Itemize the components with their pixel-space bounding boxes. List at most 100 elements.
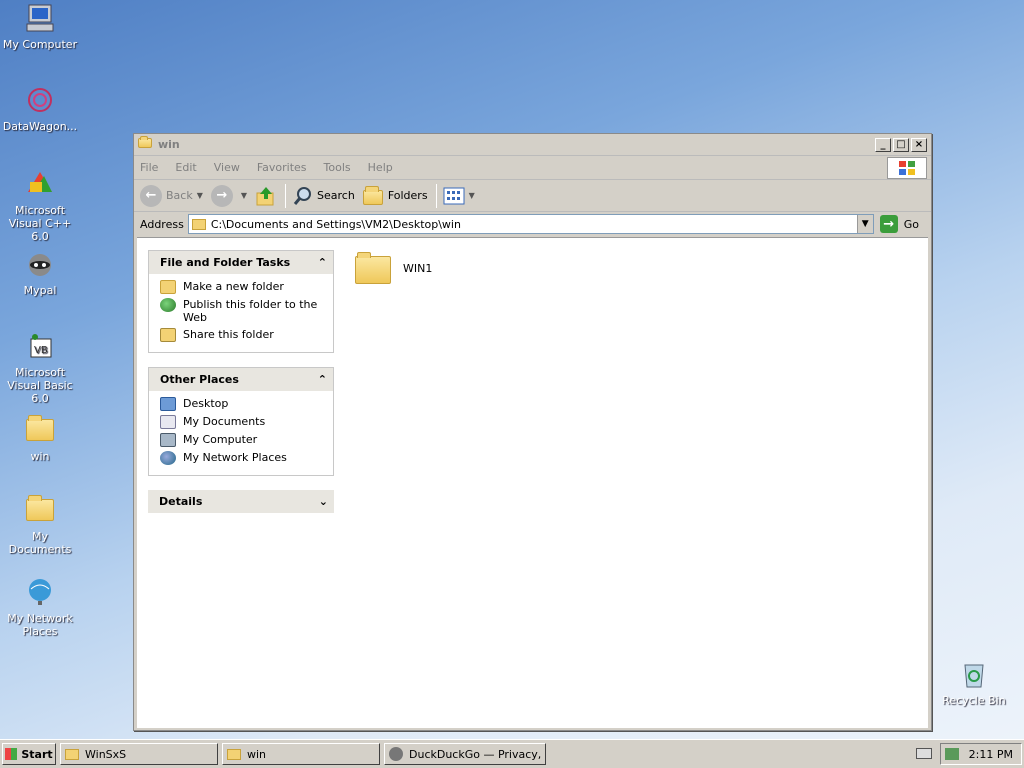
other-places-panel: Other Places ⌃ Desktop My Documents My C… <box>148 367 334 476</box>
desktop-icon-label: DataWagon... <box>2 120 78 133</box>
task-make-new-folder[interactable]: Make a new folder <box>160 280 325 294</box>
visual-basic-icon: VB <box>24 330 56 362</box>
place-label: My Documents <box>183 415 266 428</box>
desktop-icon-win-folder[interactable]: win <box>0 414 80 463</box>
search-icon <box>293 186 312 205</box>
start-label: Start <box>21 747 53 761</box>
forward-arrow-icon: → <box>210 184 233 207</box>
desktop-icon-my-documents[interactable]: My Documents <box>0 494 80 556</box>
place-label: My Network Places <box>183 451 287 464</box>
windows-logo-icon <box>887 157 927 179</box>
desktop-icon-label: Microsoft Visual Basic 6.0 <box>7 366 73 405</box>
network-globe-icon <box>24 576 56 608</box>
panel-title: Other Places <box>160 373 239 386</box>
place-desktop[interactable]: Desktop <box>160 397 325 411</box>
taskbar-item-label: DuckDuckGo — Privacy, ... <box>409 747 546 761</box>
toolbar-separator <box>285 183 287 208</box>
place-my-documents[interactable]: My Documents <box>160 415 325 429</box>
my-documents-icon <box>24 494 56 526</box>
chevron-down-icon[interactable]: ▼ <box>241 191 247 200</box>
task-publish-folder[interactable]: Publish this folder to the Web <box>160 298 325 324</box>
desktop-icon-mypal[interactable]: Mypal <box>0 248 80 297</box>
back-arrow-icon: ← <box>140 184 162 207</box>
recycle-bin-icon <box>958 658 990 690</box>
file-list: WIN1 <box>337 238 928 728</box>
keyboard-icon[interactable] <box>916 748 932 759</box>
collapse-chevron-icon[interactable]: ⌃ <box>318 373 327 386</box>
panel-header[interactable]: File and Folder Tasks ⌃ <box>149 251 333 274</box>
place-my-computer[interactable]: My Computer <box>160 433 325 447</box>
search-label: Search <box>317 189 355 202</box>
panel-header[interactable]: Other Places ⌃ <box>149 368 333 391</box>
mypal-icon <box>24 248 56 280</box>
desktop-icon-visual-basic[interactable]: VB Microsoft Visual Basic 6.0 <box>0 330 80 405</box>
minimize-button[interactable]: _ <box>875 137 891 152</box>
desktop-icon-label: win <box>30 450 50 463</box>
folder-item[interactable]: WIN1 <box>355 252 928 284</box>
close-button[interactable]: × <box>911 137 927 152</box>
menu-tools[interactable]: Tools <box>324 161 351 174</box>
datawagon-icon <box>24 84 56 116</box>
folders-icon <box>362 186 383 205</box>
desktop-icon-visual-cpp[interactable]: Microsoft Visual C++ 6.0 <box>0 168 80 243</box>
go-arrow-icon: → <box>879 215 898 233</box>
start-button[interactable]: Start <box>2 743 56 765</box>
maximize-button[interactable]: □ <box>893 137 909 152</box>
computer-icon <box>160 433 176 447</box>
network-status-icon[interactable] <box>944 748 959 760</box>
taskbar-item-winsxs[interactable]: WinSxS <box>60 743 218 765</box>
desktop-icon-label: Microsoft Visual C++ 6.0 <box>8 204 72 243</box>
folder-icon <box>227 748 241 760</box>
clock[interactable]: 2:11 PM <box>969 748 1013 761</box>
collapse-chevron-icon[interactable]: ⌃ <box>318 256 327 269</box>
address-input[interactable]: C:\Documents and Settings\VM2\Desktop\wi… <box>187 214 874 234</box>
desktop-icon-label: Recycle Bin <box>942 694 1006 707</box>
desktop-icon-label: My Documents <box>8 530 72 556</box>
forward-button[interactable]: → ▼ <box>210 184 247 207</box>
views-button[interactable]: ▼ <box>443 187 475 205</box>
explorer-window: win _ □ × File Edit View Favorites Tools… <box>133 133 932 731</box>
task-label: Make a new folder <box>183 280 284 293</box>
address-bar: Address C:\Documents and Settings\VM2\De… <box>134 212 931 236</box>
taskbar-item-duckduckgo[interactable]: DuckDuckGo — Privacy, ... <box>384 743 546 765</box>
taskbar-item-win[interactable]: win <box>222 743 380 765</box>
address-dropdown-button[interactable]: ▼ <box>856 215 873 233</box>
desktop-icon-datawagon[interactable]: DataWagon... <box>0 84 80 133</box>
desktop-icon <box>160 397 176 411</box>
task-share-folder[interactable]: Share this folder <box>160 328 325 342</box>
folder-icon <box>355 252 391 284</box>
my-documents-icon <box>160 415 176 429</box>
search-button[interactable]: Search <box>292 185 355 207</box>
task-pane: File and Folder Tasks ⌃ Make a new folde… <box>137 238 337 728</box>
folder-icon <box>138 136 154 151</box>
menu-edit[interactable]: Edit <box>175 161 196 174</box>
window-title: win <box>158 138 180 151</box>
visual-cpp-icon <box>24 168 56 200</box>
folders-button[interactable]: Folders <box>362 186 428 205</box>
new-folder-icon <box>160 280 176 294</box>
chevron-down-icon[interactable]: ▼ <box>469 191 475 200</box>
desktop-icon-my-network-places[interactable]: My Network Places <box>0 576 80 638</box>
menu-favorites[interactable]: Favorites <box>257 161 307 174</box>
menu-file[interactable]: File <box>140 161 158 174</box>
menu-help[interactable]: Help <box>368 161 393 174</box>
place-my-network-places[interactable]: My Network Places <box>160 451 325 465</box>
go-button[interactable]: → Go <box>879 215 919 233</box>
expand-chevron-icon[interactable]: ⌄ <box>319 495 328 508</box>
panel-header[interactable]: Details ⌄ <box>148 490 334 513</box>
panel-body: Desktop My Documents My Computer My Netw… <box>149 391 333 475</box>
desktop-icon-my-computer[interactable]: My Computer <box>0 2 80 51</box>
title-bar[interactable]: win _ □ × <box>134 134 931 156</box>
desktop-icon-recycle-bin[interactable]: Recycle Bin <box>934 658 1014 707</box>
up-folder-icon <box>256 186 274 205</box>
computer-icon <box>24 2 56 34</box>
chevron-down-icon[interactable]: ▼ <box>197 191 203 200</box>
menu-view[interactable]: View <box>214 161 240 174</box>
svg-text:VB: VB <box>34 345 48 356</box>
views-grid-icon <box>443 187 465 204</box>
back-button[interactable]: ← Back ▼ <box>140 184 203 207</box>
panel-body: Make a new folder Publish this folder to… <box>149 274 333 352</box>
folder-name: WIN1 <box>403 261 433 275</box>
taskbar-item-label: win <box>247 747 267 761</box>
up-folder-button[interactable] <box>255 185 277 207</box>
